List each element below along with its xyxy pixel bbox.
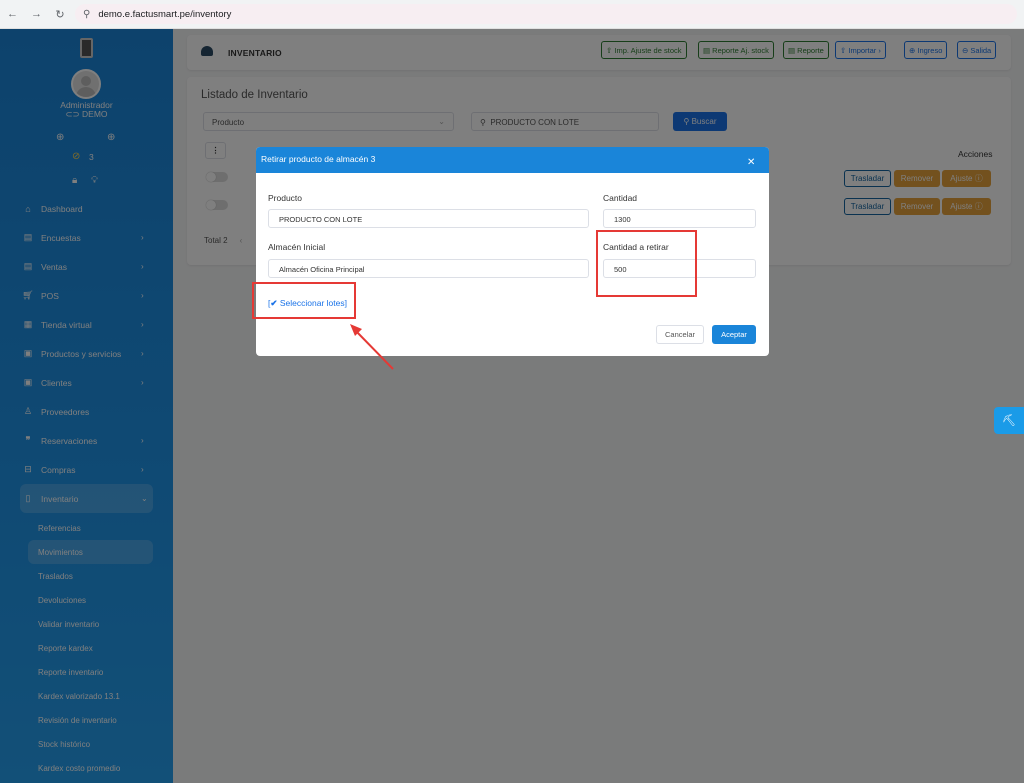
address-bar[interactable]: ⚲ demo.e.factusmart.pe/inventory (75, 4, 1017, 24)
accept-button[interactable]: Aceptar (712, 325, 756, 344)
back-icon[interactable]: ← (7, 8, 18, 20)
quantity-field[interactable]: 1300 (603, 209, 756, 228)
annotation-arrow (350, 324, 394, 370)
paint-roller-button[interactable]: ⛏︎ (994, 407, 1024, 434)
product-label: Producto (268, 193, 303, 203)
url-text: demo.e.factusmart.pe/inventory (98, 8, 232, 20)
site-settings-icon[interactable]: ⚲ (83, 9, 90, 20)
browser-toolbar: ← → ↻ ⚲ demo.e.factusmart.pe/inventory (0, 0, 1024, 29)
cancel-button[interactable]: Cancelar (656, 325, 704, 344)
highlight-box-select-lots (252, 282, 356, 319)
dialog-header: Retirar producto de almacén 3 (256, 147, 769, 173)
quantity-label: Cantidad (603, 193, 638, 203)
warehouse-field[interactable]: Almacén Oficina Principal (268, 259, 589, 278)
warehouse-label: Almacén Inicial (268, 242, 326, 252)
highlight-box-withdraw-quantity (596, 230, 697, 297)
close-icon[interactable]: ✕ (747, 157, 755, 168)
paint-roller-icon: ⛏︎ (1002, 415, 1016, 427)
product-field[interactable]: PRODUCTO CON LOTE (268, 209, 589, 228)
dialog-title: Retirar producto de almacén 3 (261, 154, 376, 164)
modal-overlay[interactable] (0, 29, 1024, 783)
forward-icon[interactable]: → (31, 8, 42, 20)
reload-icon[interactable]: ↻ (55, 8, 65, 21)
